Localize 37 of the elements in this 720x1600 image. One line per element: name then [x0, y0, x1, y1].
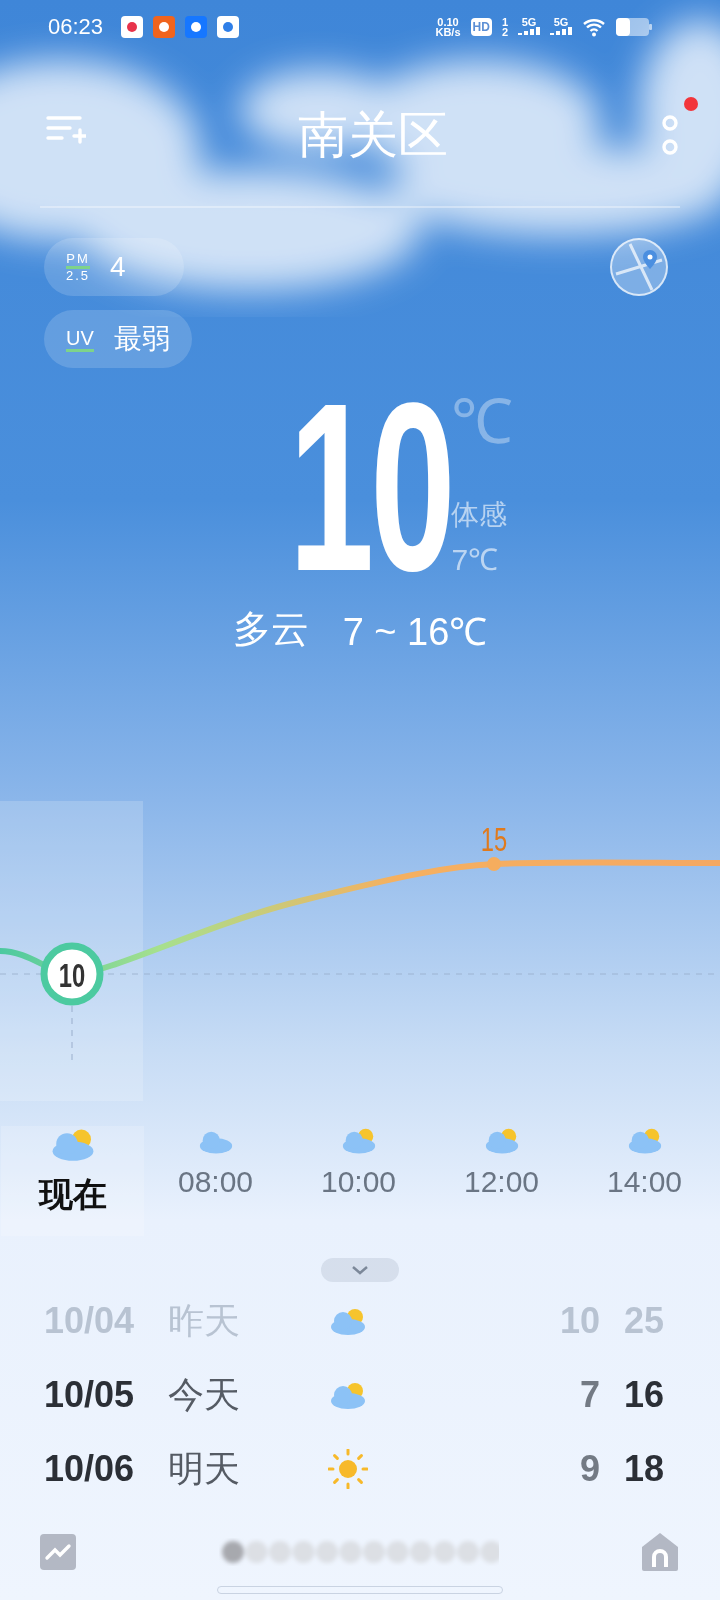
feels-like-label: 体感 [451, 499, 509, 530]
current-temperature-point: 10 [58, 955, 86, 994]
uv-button[interactable]: UV 最弱 [44, 310, 192, 368]
hour-item[interactable]: 现在 [1, 1126, 144, 1236]
pm-label: PM [66, 251, 90, 269]
forecast-date: 10/05 [44, 1374, 136, 1416]
forecast-day: 今天 [168, 1370, 328, 1420]
high-temperature: 18 [622, 1448, 664, 1490]
forecast-date: 10/06 [44, 1448, 136, 1490]
city-name: 南关区 [298, 105, 448, 165]
network-type: 5G [553, 17, 569, 27]
uv-value: 最弱 [113, 322, 170, 356]
temperature-range: 7 ~ 16℃ [342, 610, 488, 655]
pm25-button[interactable]: PM 2.5 4 [44, 238, 184, 296]
hd-badge: HD [470, 18, 492, 36]
pm-label: 2.5 [66, 268, 91, 283]
temperature-unit: ℃ [451, 390, 514, 454]
high-temperature: 16 [622, 1374, 664, 1416]
feels-like-value: 7℃ [451, 543, 500, 578]
low-temperature: 7 [578, 1374, 600, 1416]
network-type: 5G [521, 17, 537, 27]
current-temperature: 10 [288, 384, 452, 590]
sim-number: 2 [501, 27, 508, 37]
low-temperature: 9 [578, 1448, 600, 1490]
hour-item[interactable]: 14:00 [573, 1126, 716, 1236]
peak-temperature: 15 [480, 819, 508, 858]
pm25-value: 4 [110, 251, 126, 283]
hour-item[interactable]: 10:00 [287, 1126, 430, 1236]
hour-item[interactable]: 12:00 [430, 1126, 573, 1236]
hour-item[interactable]: 08:00 [144, 1126, 287, 1236]
status-time: 06:23 [48, 14, 104, 40]
network-speed-unit: KB/s [435, 27, 461, 37]
sim-number: 1 [501, 17, 508, 27]
uv-label: UV [66, 326, 94, 352]
forecast-day: 明天 [168, 1444, 328, 1494]
weather-condition: 多云 [232, 607, 309, 652]
network-speed: 0.10 [437, 17, 459, 27]
